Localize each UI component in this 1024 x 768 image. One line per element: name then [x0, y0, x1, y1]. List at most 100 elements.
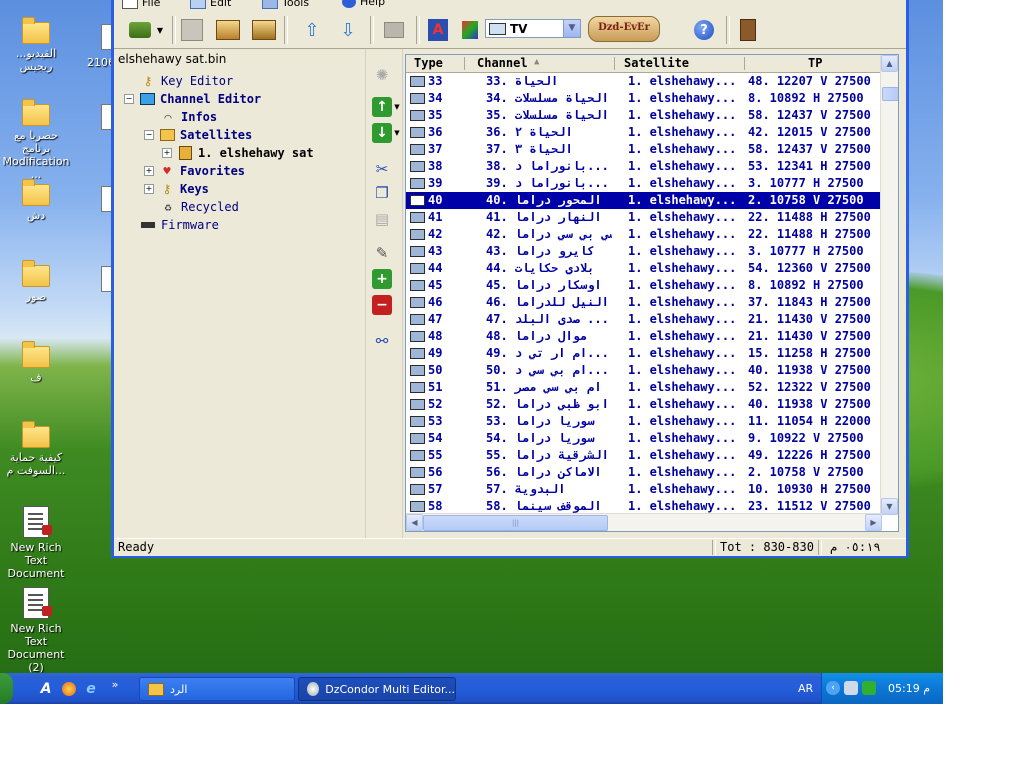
channel-row[interactable]: 54 54. سوريا دراما 1. elshehawy... 9. 10922… — [406, 430, 882, 447]
move-down-button[interactable]: ↓ — [372, 123, 392, 143]
column-header-satellite[interactable]: Satellite — [624, 56, 689, 70]
tree-item-infos[interactable]: ⌒ Infos — [160, 110, 217, 124]
desktop-icon-folder[interactable]: ف — [0, 341, 72, 384]
scroll-left-button[interactable]: ◀ — [406, 514, 423, 531]
menu-tools[interactable]: Tools — [262, 0, 309, 9]
color-button[interactable] — [460, 16, 480, 44]
language-indicator[interactable]: AR — [798, 682, 813, 695]
channel-row[interactable]: 43 43. كايرو دراما 1. elshehawy... 3. 10777… — [406, 243, 882, 260]
desktop-icon-folder[interactable]: صور — [0, 260, 72, 303]
column-header-tp[interactable]: TP — [808, 56, 822, 70]
tree-item-keys[interactable]: + ⚷ Keys — [144, 182, 209, 196]
channel-row[interactable]: 55 55. الشرقية دراما 1. elshehawy... 49. 12… — [406, 447, 882, 464]
copy-button[interactable]: ❐ — [372, 183, 392, 203]
move-down-dropdown[interactable]: ▼ — [392, 123, 402, 143]
rename-button[interactable]: ✎ — [372, 243, 392, 263]
desktop-icon-folder[interactable]: دش — [0, 179, 72, 222]
tree-item-recycled[interactable]: ♻ Recycled — [160, 200, 238, 214]
channel-row[interactable]: 39 39. بانوراما د... 1. elshehawy... 3. 107… — [406, 175, 882, 192]
channel-row[interactable]: 50 50. ام بي سي د... 1. elshehawy... 40. 11… — [406, 362, 882, 379]
expand-toggle[interactable]: + — [162, 148, 172, 158]
desktop-icon-folder[interactable]: كيفية حماية السوفت م... — [0, 421, 72, 477]
open-button[interactable] — [214, 16, 242, 44]
taskbar-button-dzcondor[interactable]: DzCondor Multi Editor... — [298, 677, 456, 701]
channel-row[interactable]: 40 40. المحور دراما 1. elshehawy... 2. 1075… — [406, 192, 882, 209]
expand-toggle[interactable]: + — [144, 184, 154, 194]
receiver-dropdown-button[interactable]: ▼ — [154, 16, 166, 44]
exit-button[interactable] — [734, 16, 762, 44]
find-button[interactable]: ⚯ — [372, 331, 392, 351]
channel-row[interactable]: 51 51. ام بي سي مصر 1. elshehawy... 52. 123… — [406, 379, 882, 396]
help-button[interactable]: ? — [690, 16, 718, 44]
tree-item-key-editor[interactable]: ⚷ Key Editor — [140, 74, 234, 88]
scroll-up-button[interactable]: ▲ — [881, 55, 898, 72]
expand-toggle[interactable]: + — [144, 166, 154, 176]
desktop-icon-folder[interactable]: ...القيديو ريجيس — [0, 17, 72, 73]
menu-help[interactable]: Help — [342, 0, 385, 8]
channel-row[interactable]: 56 56. الاماكن دراما 1. elshehawy... 2. 107… — [406, 464, 882, 481]
start-button[interactable] — [0, 673, 13, 704]
collapse-toggle[interactable]: − — [124, 94, 134, 104]
quick-launch-ie-button[interactable]: e — [82, 680, 100, 698]
horizontal-scrollbar[interactable]: ◀ ||| ▶ — [406, 513, 882, 531]
service-type-select[interactable]: TV ▼ — [485, 19, 581, 38]
channel-row[interactable]: 41 41. النهار دراما 1. elshehawy... 22. 114… — [406, 209, 882, 226]
column-divider[interactable] — [614, 57, 615, 70]
channel-row[interactable]: 52 52. ابو ظبي دراما 1. elshehawy... 40. 11… — [406, 396, 882, 413]
horizontal-scroll-thumb[interactable]: ||| — [423, 515, 608, 531]
delete-button[interactable]: − — [372, 295, 392, 315]
channel-row[interactable]: 44 44. بلادي حكايات 1. elshehawy... 54. 123… — [406, 260, 882, 277]
scroll-right-button[interactable]: ▶ — [865, 514, 882, 531]
channel-row[interactable]: 57 57. البدوية 1. elshehawy... 10. 10930 H … — [406, 481, 882, 498]
channel-row[interactable]: 38 38. بانوراما د... 1. elshehawy... 53. 12… — [406, 158, 882, 175]
tree-item-satellites[interactable]: − Satellites — [144, 128, 252, 142]
move-up-dropdown[interactable]: ▼ — [392, 97, 402, 117]
save-as-button[interactable] — [250, 16, 278, 44]
receiver-button[interactable] — [126, 16, 154, 44]
channel-row[interactable]: 49 49. ام ار تي د... 1. elshehawy... 15. 11… — [406, 345, 882, 362]
move-up-button[interactable]: ↑ — [372, 97, 392, 117]
font-button[interactable]: A — [424, 16, 452, 44]
channel-row[interactable]: 47 47. صدى البلد ... 1. elshehawy... 21. 11… — [406, 311, 882, 328]
quick-launch-more-button[interactable]: » — [106, 675, 124, 693]
column-divider[interactable] — [464, 57, 465, 70]
channel-row[interactable]: 33 33. الحياة 1. elshehawy... 48. 12207 V 2… — [406, 73, 882, 90]
tree-item-firmware[interactable]: Firmware — [140, 218, 219, 232]
column-header-channel[interactable]: Channel — [477, 56, 528, 70]
network-icon[interactable] — [844, 681, 858, 695]
tray-clock[interactable]: 05:19 م — [888, 682, 930, 695]
desktop-icon-document[interactable]: New Rich Text Document — [0, 506, 72, 580]
vertical-scrollbar[interactable]: ▲ ▼ — [880, 55, 898, 515]
monitor-button[interactable] — [380, 16, 408, 44]
channel-row[interactable]: 53 53. سوريا دراما 1. elshehawy... 11. 1105… — [406, 413, 882, 430]
desktop-icon-folder[interactable]: حصريا مع برنامج Modification ... — [0, 99, 72, 181]
scroll-down-button[interactable]: ▼ — [881, 498, 898, 515]
desktop-icon-document[interactable]: New Rich Text Document (2) — [0, 587, 72, 674]
tree-item-satellite-1[interactable]: + 1. elshehawy sat — [162, 146, 314, 160]
channel-row[interactable]: 35 35. الحياة مسلسلات 1. elshehawy... 58. 1… — [406, 107, 882, 124]
column-header-type[interactable]: Type — [414, 56, 443, 70]
add-button[interactable]: + — [372, 269, 392, 289]
new-button[interactable] — [178, 16, 206, 44]
quick-launch-language-button[interactable]: A — [37, 680, 55, 698]
channel-row[interactable]: 42 42. سي بي سي دراما 1. elshehawy... 22. 1… — [406, 226, 882, 243]
tray-expand-icon[interactable]: ‹ — [826, 681, 840, 695]
taskbar-button-folder[interactable]: الرد — [139, 677, 295, 701]
channel-row[interactable]: 37 37. الحياة ٣ 1. elshehawy... 58. 12437 V… — [406, 141, 882, 158]
column-divider[interactable] — [744, 57, 745, 70]
menu-file[interactable]: File — [122, 0, 160, 9]
security-shield-icon[interactable] — [862, 681, 876, 695]
channel-row[interactable]: 48 48. موال دراما 1. elshehawy... 21. 11430… — [406, 328, 882, 345]
satellite-button[interactable]: ✺ — [372, 65, 392, 85]
channel-row[interactable]: 36 36. الحياة ٢ 1. elshehawy... 42. 12015 V… — [406, 124, 882, 141]
vertical-scroll-thumb[interactable] — [882, 87, 898, 101]
download-button[interactable]: ⇩ — [334, 16, 362, 44]
paste-button[interactable]: ▤ — [372, 209, 392, 229]
collapse-toggle[interactable]: − — [144, 130, 154, 140]
dzd-ever-logo[interactable]: Dzd-EvEr — [588, 16, 660, 42]
channel-row[interactable]: 45 45. اوسكار دراما 1. elshehawy... 8. 1089… — [406, 277, 882, 294]
upload-button[interactable]: ⇧ — [298, 16, 326, 44]
menu-edit[interactable]: Edit — [190, 0, 231, 9]
tree-item-favorites[interactable]: + ♥ Favorites — [144, 164, 245, 178]
channel-row[interactable]: 46 46. النيل للدراما 1. elshehawy... 37. 11… — [406, 294, 882, 311]
